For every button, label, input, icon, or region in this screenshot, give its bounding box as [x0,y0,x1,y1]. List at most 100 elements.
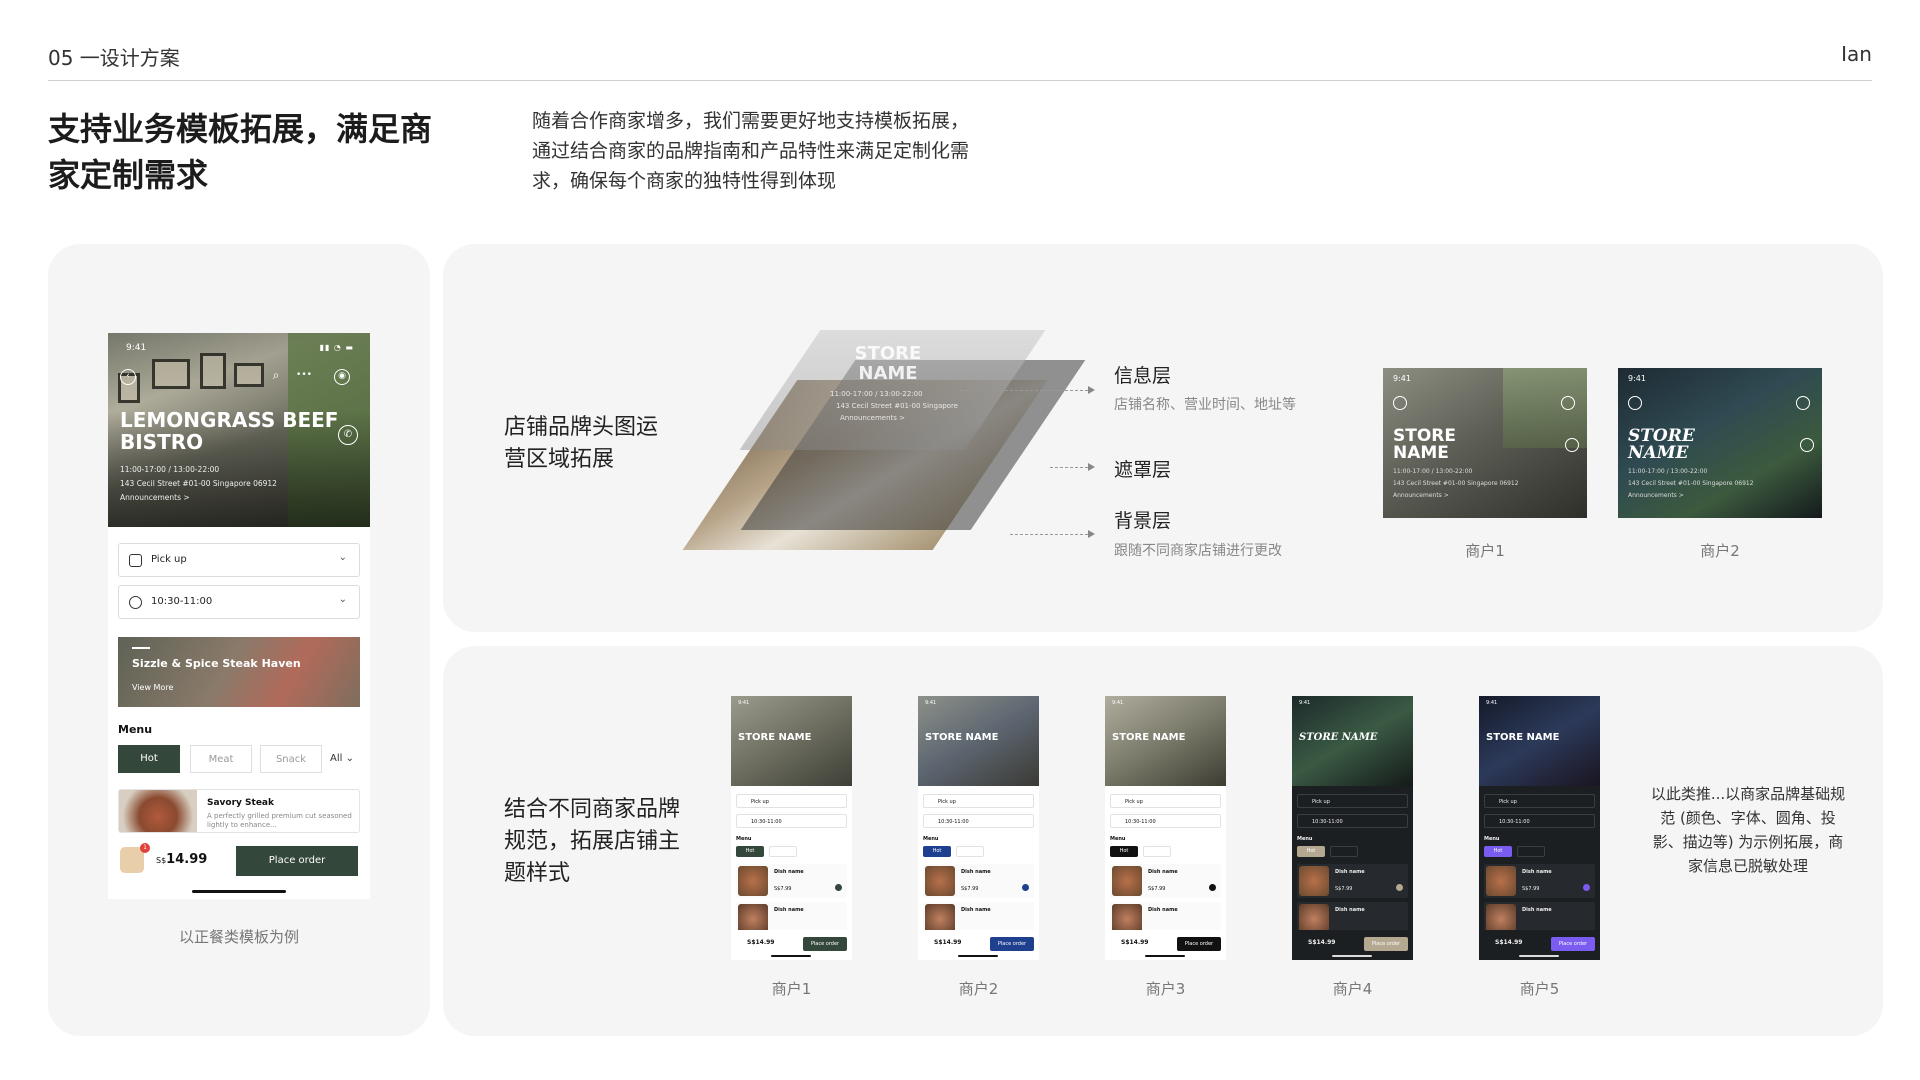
home-indicator [1145,955,1185,957]
banner-link[interactable]: View More [132,683,173,692]
more-icon[interactable]: ••• [296,369,312,385]
store-hero: 9:41 STORE NAME [1479,696,1600,786]
page-title: 支持业务模板拓展，满足商家定制需求 [48,110,433,194]
place-order-button[interactable]: Place order [1551,937,1595,951]
tab-meat[interactable] [769,846,797,857]
search-icon[interactable]: ⌕ [268,369,284,385]
add-icon[interactable] [835,884,842,891]
dish-name: Dish name [774,907,804,913]
layer-label-info: 信息层 [1114,365,1172,387]
time-select[interactable]: 10:30-11:00 [923,814,1034,828]
time-select[interactable]: 10:30-11:00 [1297,814,1408,828]
theme-label-1: 商户1 [771,980,812,998]
menu-label: Menu [923,836,939,842]
theme-phone-1: 9:41 STORE NAME Pick up 10:30-11:00 Menu Hot D… [731,696,852,960]
total-price: S$14.99 [156,852,208,867]
pickup-select[interactable]: Pick up [736,794,847,808]
back-icon[interactable]: ‹ [120,369,136,385]
tab-meat[interactable]: Meat [190,745,252,773]
page-description: 随着合作商家增多，我们需要更好地支持模板拓展，通过结合商家的品牌指南和产品特性来… [532,110,970,192]
tab-meat[interactable] [1143,846,1171,857]
tab-hot[interactable]: Hot [923,846,951,857]
dish-price: S$7.99 [774,886,792,892]
add-icon[interactable] [1209,884,1216,891]
pickup-select[interactable]: Pick up [1297,794,1408,808]
tab-meat[interactable] [1517,846,1545,857]
dish-name: Dish name [1148,869,1178,875]
dish-name: Dish name [1522,869,1552,875]
arrow-icon [1088,386,1095,394]
tab-hot[interactable]: Hot [1110,846,1138,857]
layer-label-background: 背景层 [1114,510,1172,532]
list-item[interactable]: Dish name S$7.99 [1297,864,1408,898]
list-item[interactable]: Dish name S$7.99 [923,864,1034,898]
store-hero: 9:41 STORE NAME [918,696,1039,786]
store-hero: 9:41 STORE NAME [1292,696,1413,786]
announcements-link[interactable]: Announcements > [120,493,190,502]
tab-meat[interactable] [1330,846,1358,857]
store-name: STORE NAME [738,732,812,743]
filter-all[interactable]: All ⌄ [330,753,354,764]
tab-snack[interactable]: Snack [260,745,322,773]
add-icon[interactable] [1396,884,1403,891]
place-order-button[interactable]: Place order [1177,937,1221,951]
add-icon[interactable] [1583,884,1590,891]
merchant-label-2: 商户2 [1700,542,1740,560]
place-order-button[interactable]: Place order [1364,937,1408,951]
place-order-button[interactable]: Place order [236,846,358,876]
time-select[interactable]: 10:30-11:00 [1484,814,1595,828]
list-item[interactable]: Dish name S$7.99 [1110,864,1221,898]
theme-label-4: 商户4 [1332,980,1373,998]
pickup-select[interactable]: Pick up [1110,794,1221,808]
tab-hot[interactable]: Hot [1297,846,1325,857]
list-item[interactable]: Savory Steak A perfectly grilled premium… [118,789,360,833]
total-price: S$14.99 [747,939,775,946]
checkout-bar: S$14.99 Place order [1292,930,1413,960]
place-order-button[interactable]: Place order [990,937,1034,951]
dish-name: Dish name [1335,907,1365,913]
dish-name: Savory Steak [207,798,274,808]
time-select[interactable]: 10:30-11:00 [1110,814,1221,828]
list-item[interactable]: Dish name S$7.99 [1484,864,1595,898]
phone-icon[interactable]: ✆ [338,425,358,445]
header-section-title: 店铺品牌头图运营区域拓展 [504,415,659,472]
phone-icon [1800,438,1814,452]
target-icon[interactable]: ◉ [334,369,350,385]
theme-phone-2: 9:41 STORE NAME Pick up 10:30-11:00 Menu Hot D… [918,696,1039,960]
chevron-down-icon: ⌄ [338,552,347,563]
layer-desc-background: 跟随不同商家店铺进行更改 [1114,543,1282,559]
merchant-hero-1: 9:41 STORE NAME 11:00-17:00 / 13:00-22:0… [1383,368,1587,518]
theme-label-2: 商户2 [958,980,999,998]
list-item[interactable]: Dish name S$7.99 [736,864,847,898]
menu-label: Menu [1110,836,1126,842]
add-icon[interactable] [1022,884,1029,891]
total-price: S$14.99 [1308,939,1336,946]
dish-name: Dish name [774,869,804,875]
home-indicator [771,955,811,957]
merchant-label-1: 商户1 [1465,542,1505,560]
pickup-select[interactable]: Pick up ⌄ [118,543,360,577]
store-name: STORE NAME [1628,426,1695,463]
store-address: 143 Cecil Street #01-00 Singapore 06912 [120,479,277,488]
tab-hot[interactable]: Hot [118,745,180,773]
tab-meat[interactable] [956,846,984,857]
pickup-select[interactable]: Pick up [923,794,1034,808]
cart-badge: 1 [140,843,150,853]
theme-phone-3: 9:41 STORE NAME Pick up 10:30-11:00 Menu Hot D… [1105,696,1226,960]
home-indicator [958,955,998,957]
time-select[interactable]: 10:30-11:00 [736,814,847,828]
back-icon [1393,396,1407,410]
tab-hot[interactable]: Hot [1484,846,1512,857]
time-select[interactable]: 10:30-11:00 ⌄ [118,585,360,619]
place-order-button[interactable]: Place order [803,937,847,951]
clock-icon [129,596,142,609]
bag-icon [129,554,142,567]
dish-image [738,866,768,896]
pickup-select[interactable]: Pick up [1484,794,1595,808]
section-label: 05 一设计方案 [48,46,180,70]
store-name: STORE NAME [1299,732,1378,743]
example-phone: 9:41 ▮▮ ◔ ▬ ‹ ⌕ ••• ◉ LEMONGRASS BEEF BI… [108,333,370,899]
promo-banner[interactable]: Sizzle & Spice Steak Haven View More [118,637,360,707]
tab-hot[interactable]: Hot [736,846,764,857]
back-icon [1628,396,1642,410]
